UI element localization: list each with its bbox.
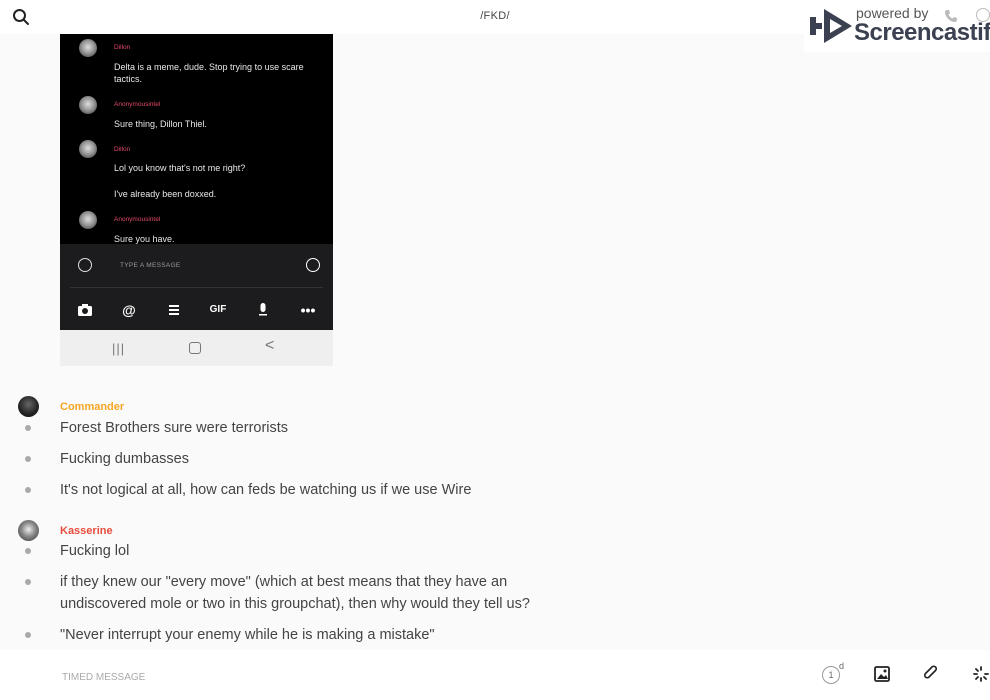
- mention-icon: @: [122, 302, 136, 318]
- message-status-dot: [25, 425, 31, 431]
- info-icon: [976, 8, 990, 22]
- avatar[interactable]: [18, 520, 39, 541]
- avatar[interactable]: [18, 396, 39, 417]
- phone-message-sender: Dillon: [114, 44, 131, 51]
- message-text: Fucking dumbasses: [60, 451, 189, 467]
- message-text: "Never interrupt your enemy while he is …: [60, 627, 435, 643]
- ping-icon[interactable]: [972, 665, 990, 683]
- timer-icon: [306, 258, 320, 272]
- attachment-icon[interactable]: [922, 665, 940, 683]
- phone-icon: [945, 10, 957, 22]
- screencastify-watermark: powered by Screencastify: [804, 0, 990, 52]
- phone-message-text: Sure thing, Dillon Thiel.: [114, 119, 207, 129]
- message-status-dot: [25, 632, 31, 638]
- message-text: if they knew our "every move" (which at …: [60, 574, 530, 612]
- recent-apps-icon: |||: [112, 341, 126, 356]
- timer-icon[interactable]: 1 d: [822, 661, 844, 684]
- message-text: Forest Brothers sure were terrorists: [60, 420, 289, 436]
- phone-message-text: I've already been doxxed.: [114, 189, 217, 199]
- camera-icon: [78, 304, 92, 316]
- timer-value: 1: [822, 666, 840, 684]
- microphone-icon: [259, 303, 267, 316]
- divider: [70, 287, 323, 288]
- phone-message-sender: Dillon: [114, 146, 131, 153]
- sender-name[interactable]: Kasserine: [60, 525, 113, 537]
- timer-unit: d: [839, 661, 845, 671]
- message-status-dot: [25, 548, 31, 554]
- phone-message-composer: TYPE A MESSAGE @ GIF •••: [60, 244, 333, 330]
- phone-message-text: Sure you have.: [114, 234, 175, 244]
- phone-message-text: Delta is a meme, dude. Stop trying to us…: [114, 62, 304, 84]
- avatar: [79, 211, 97, 229]
- message-status-dot: [25, 579, 31, 585]
- phone-screenshot: Dillon Delta is a meme, dude. Stop tryin…: [60, 34, 333, 366]
- message-status-dot: [25, 487, 31, 493]
- message-composer: 1 d: [0, 650, 990, 700]
- avatar: [79, 39, 97, 57]
- more-icon: •••: [300, 302, 316, 318]
- screencastify-logo: [810, 9, 852, 43]
- back-icon: <: [265, 337, 275, 354]
- phone-input-placeholder: TYPE A MESSAGE: [120, 262, 181, 269]
- message-text: Fucking lol: [60, 543, 130, 559]
- phone-message-sender: Anonymousintel: [114, 216, 161, 223]
- sender-name[interactable]: Commander: [60, 401, 124, 413]
- emoji-icon: [78, 258, 92, 272]
- android-nav-bar: ||| <: [60, 330, 333, 366]
- gif-button: GIF: [209, 304, 227, 315]
- image-icon[interactable]: [873, 665, 891, 683]
- format-icon: [169, 305, 179, 315]
- phone-message-sender: Anonymousintel: [114, 101, 161, 108]
- screencastify-brand: Screencastify: [854, 19, 990, 46]
- phone-message-text: Lol you know that's not me right?: [114, 163, 246, 173]
- message-text: It's not logical at all, how can feds be…: [60, 482, 472, 498]
- avatar: [79, 140, 97, 158]
- message-status-dot: [25, 456, 31, 462]
- home-icon: [189, 342, 201, 354]
- timed-message-input[interactable]: [60, 666, 664, 688]
- avatar: [79, 96, 97, 114]
- phone-toolbar: @ GIF •••: [60, 300, 333, 320]
- phone-message-list: Dillon Delta is a meme, dude. Stop tryin…: [60, 34, 333, 244]
